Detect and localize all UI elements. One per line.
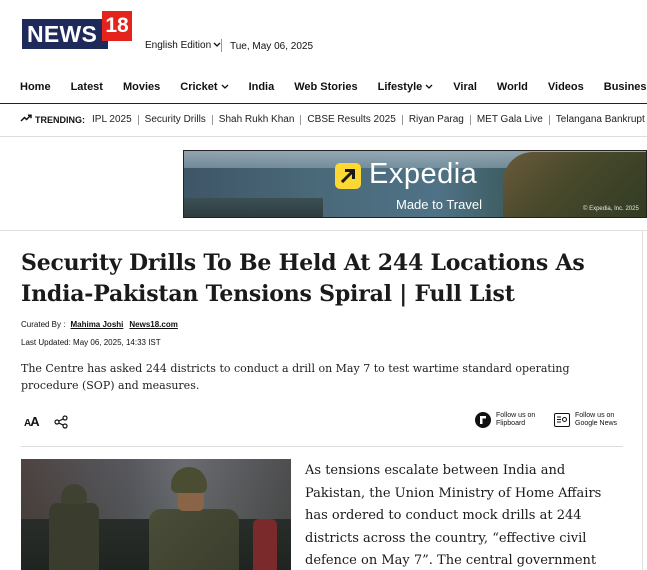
edition-selector[interactable]: English Edition bbox=[145, 40, 221, 51]
chevron-down-icon bbox=[213, 41, 221, 50]
nav-item-label: World bbox=[496, 81, 528, 93]
font-size-button[interactable]: AA bbox=[24, 414, 40, 429]
photo-soldier-secondary-body bbox=[49, 503, 99, 570]
expedia-logo-icon bbox=[335, 163, 361, 189]
follow-google-line2: Google News bbox=[575, 420, 618, 427]
chevron-down-icon bbox=[221, 83, 229, 92]
header-divider bbox=[221, 39, 222, 52]
photo-soldier-secondary-helmet bbox=[61, 484, 87, 504]
trending-label: TRENDING: bbox=[35, 115, 85, 125]
follow-flipboard-button[interactable]: Follow us on Flipboard bbox=[475, 412, 535, 428]
trending-item[interactable]: Riyan Parag bbox=[401, 115, 470, 125]
google-news-icon bbox=[554, 413, 570, 427]
toolbar-divider bbox=[21, 446, 623, 447]
trending-arrow-icon bbox=[20, 114, 32, 126]
last-updated: Last Updated: May 06, 2025, 14:33 IST bbox=[21, 338, 161, 347]
nav-item-cricket[interactable]: Cricket bbox=[180, 76, 229, 104]
trending-item[interactable]: IPL 2025 bbox=[92, 115, 138, 125]
site-header: NEWS 18 English Edition Tue, May 06, 202… bbox=[0, 0, 647, 70]
trending-divider bbox=[0, 136, 647, 137]
nav-item-label: Web Stories bbox=[294, 81, 358, 93]
trending-item[interactable]: CBSE Results 2025 bbox=[300, 115, 401, 125]
nav-item-viral[interactable]: Viral bbox=[453, 76, 477, 104]
advertisement-banner[interactable]: Expedia Made to Travel © Expedia, Inc. 2… bbox=[183, 150, 647, 218]
trending-bar: TRENDING: IPL 2025 Security Drills Shah Ru… bbox=[20, 112, 647, 128]
trending-item[interactable]: Security Drills bbox=[137, 115, 212, 125]
article-body: As tensions escalate between India and P… bbox=[305, 463, 602, 568]
share-icon[interactable] bbox=[54, 415, 68, 434]
follow-google-news-button[interactable]: Follow us on Google News bbox=[554, 412, 617, 428]
nav-item-business[interactable]: Business bbox=[604, 76, 647, 104]
nav-item-latest[interactable]: Latest bbox=[71, 76, 103, 104]
ad-copyright: © Expedia, Inc. 2025 bbox=[583, 206, 639, 212]
trending-item[interactable]: Shah Rukh Khan bbox=[211, 115, 301, 125]
article-headline: Security Drills To Be Held At 244 Locati… bbox=[21, 250, 585, 307]
author-link[interactable]: Mahima Joshi bbox=[70, 320, 123, 329]
article-toolbar: AA Follow us on Flipboard Follow us on G… bbox=[21, 410, 623, 436]
nav-divider bbox=[0, 103, 647, 104]
trending-item[interactable]: Telangana Bankrupt bbox=[548, 115, 647, 125]
chevron-down-icon bbox=[425, 83, 433, 92]
content-edge bbox=[642, 230, 643, 570]
nav-item-world[interactable]: World bbox=[497, 76, 528, 104]
nav-item-label: India bbox=[248, 81, 275, 93]
nav-item-web-stories[interactable]: Web Stories bbox=[294, 76, 357, 104]
nav-item-label: Cricket bbox=[180, 81, 218, 93]
flipboard-icon bbox=[475, 412, 491, 428]
nav-item-label: Movies bbox=[122, 81, 161, 93]
outlet-link[interactable]: News18.com bbox=[129, 320, 177, 329]
article-summary: The Centre has asked 244 districts to co… bbox=[21, 362, 570, 392]
follow-flipboard-line2: Flipboard bbox=[496, 420, 526, 427]
curated-label: Curated By : bbox=[21, 320, 66, 329]
photo-bystander bbox=[253, 519, 277, 570]
follow-flipboard-line1: Follow us on bbox=[496, 412, 536, 419]
nav-item-label: Lifestyle bbox=[377, 81, 423, 93]
logo-news-text: NEWS bbox=[22, 19, 108, 49]
main-nav: Home Latest Movies Cricket India Web Stories L… bbox=[0, 76, 647, 104]
font-size-large-label: A bbox=[30, 414, 39, 429]
nav-item-videos[interactable]: Videos bbox=[548, 76, 584, 104]
nav-item-lifestyle[interactable]: Lifestyle bbox=[378, 76, 434, 104]
nav-item-label: Home bbox=[20, 81, 51, 93]
edition-label: English Edition bbox=[145, 40, 212, 51]
nav-item-movies[interactable]: Movies bbox=[123, 76, 160, 104]
ad-tagline: Made to Travel bbox=[396, 197, 482, 212]
trending-item[interactable]: MET Gala Live bbox=[469, 115, 549, 125]
photo-soldier-body bbox=[149, 509, 239, 570]
current-date: Tue, May 06, 2025 bbox=[230, 41, 314, 52]
news18-logo[interactable]: NEWS 18 bbox=[22, 11, 132, 49]
nav-item-home[interactable]: Home bbox=[20, 76, 51, 104]
logo-18-badge: 18 bbox=[102, 11, 132, 41]
nav-item-label: Latest bbox=[70, 81, 103, 93]
byline: Curated By : Mahima Joshi News18.com bbox=[21, 320, 178, 329]
follow-google-line1: Follow us on bbox=[575, 412, 615, 419]
nav-item-label: Business bbox=[603, 81, 647, 93]
nav-item-india[interactable]: India bbox=[249, 76, 275, 104]
ad-shore bbox=[183, 198, 323, 218]
nav-item-label: Videos bbox=[547, 81, 584, 93]
nav-item-label: Viral bbox=[453, 81, 477, 93]
ad-brand-name: Expedia bbox=[369, 158, 478, 190]
content-divider bbox=[0, 230, 647, 231]
article-image[interactable] bbox=[21, 459, 291, 570]
